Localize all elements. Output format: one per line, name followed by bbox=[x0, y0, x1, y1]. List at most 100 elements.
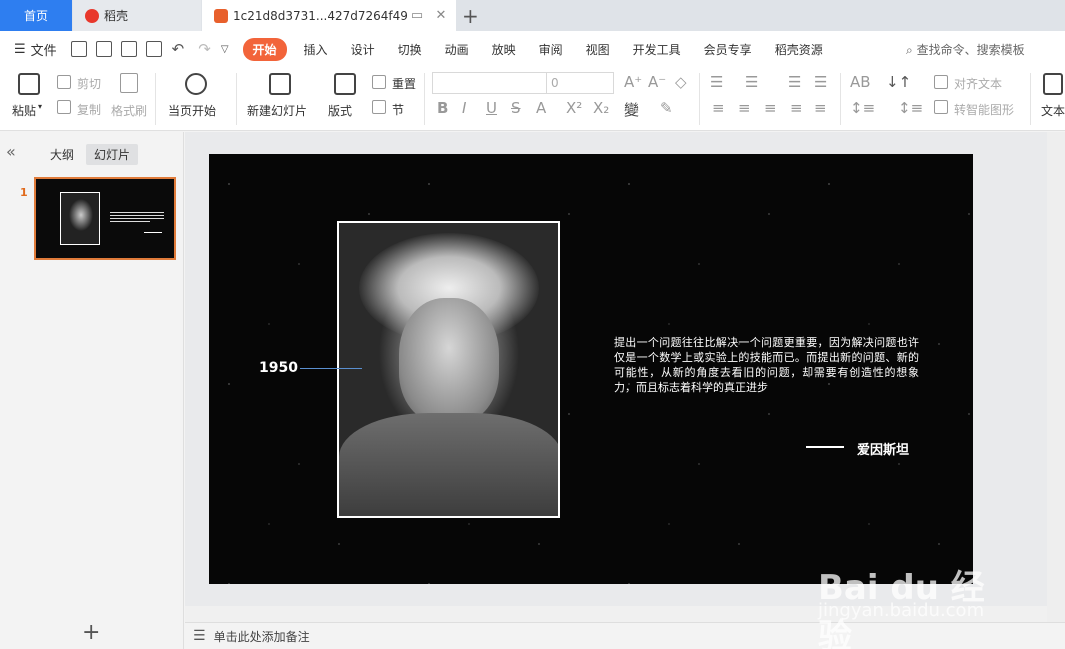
play-from-current-button[interactable]: 当页开始 bbox=[168, 102, 216, 119]
underline-icon[interactable]: U bbox=[486, 99, 497, 117]
strikethrough-icon[interactable]: S bbox=[511, 99, 521, 117]
line-spacing-icon[interactable]: ↕≡ bbox=[850, 99, 875, 117]
align-text-icon[interactable] bbox=[934, 75, 948, 89]
menu-developer[interactable]: 开发工具 bbox=[633, 41, 681, 58]
subscript-icon[interactable]: X₂ bbox=[593, 99, 609, 117]
reset-icon[interactable] bbox=[372, 75, 386, 89]
bold-icon[interactable]: B bbox=[437, 99, 448, 117]
menu-daoke-resources[interactable]: 稻壳资源 bbox=[775, 41, 823, 58]
menu-view[interactable]: 视图 bbox=[586, 41, 610, 58]
phonetic-icon[interactable]: 變 bbox=[624, 99, 639, 120]
close-tab-icon[interactable]: ✕ bbox=[434, 9, 448, 23]
section-button[interactable]: 节 bbox=[392, 101, 404, 118]
scissors-icon[interactable] bbox=[57, 75, 71, 89]
menu-animation[interactable]: 动画 bbox=[445, 41, 469, 58]
numbered-list-icon[interactable]: ☰ bbox=[745, 73, 758, 91]
thumbnail-text-line bbox=[110, 218, 164, 219]
superscript-icon[interactable]: X² bbox=[566, 99, 582, 117]
face-shape bbox=[399, 298, 499, 423]
sweater-shape bbox=[339, 413, 558, 516]
save-icon[interactable] bbox=[70, 41, 87, 57]
textbox-button[interactable]: 文本 bbox=[1041, 102, 1065, 119]
slide-thumbnail[interactable] bbox=[34, 177, 176, 260]
smart-shape-button[interactable]: 转智能图形 bbox=[954, 101, 1014, 118]
redo-icon[interactable]: ↷ bbox=[198, 40, 211, 58]
slide[interactable]: 1950 提出一个问题往往比解决一个问题更重要，因为解决问题也许仅是一个数学上或… bbox=[209, 154, 973, 584]
font-shrink-icon[interactable]: A⁻ bbox=[648, 73, 666, 91]
tab-daoke[interactable]: 稻壳 bbox=[73, 0, 201, 31]
textbox-icon[interactable] bbox=[1043, 73, 1063, 95]
font-size-value: 0 bbox=[551, 76, 559, 90]
slide-panel: « 大纲 幻灯片 1 + bbox=[0, 132, 184, 649]
ribbon-divider bbox=[1030, 73, 1031, 125]
thumbnail-author-line bbox=[144, 232, 162, 233]
file-menu[interactable]: ☰ 文件 bbox=[14, 40, 57, 59]
decrease-indent-icon[interactable]: ☰ bbox=[788, 73, 801, 91]
text-direction-icon[interactable]: AB bbox=[850, 73, 871, 91]
layout-button[interactable]: 版式 bbox=[328, 102, 352, 119]
new-slide-button[interactable]: 新建幻灯片 bbox=[247, 102, 307, 119]
font-grow-icon[interactable]: A⁺ bbox=[624, 73, 642, 91]
notes-placeholder[interactable]: 单击此处添加备注 bbox=[214, 628, 310, 645]
menu-bar: ☰ 文件 ↶ ↷ ▽ 开始 插入 设计 切换 动画 放映 审阅 视图 开发工具 … bbox=[0, 31, 1065, 67]
author-name[interactable]: 爱因斯坦 bbox=[857, 439, 909, 458]
daoke-logo-icon bbox=[85, 8, 99, 23]
add-slide-icon[interactable]: + bbox=[82, 620, 100, 645]
tab-home[interactable]: 首页 bbox=[0, 0, 72, 31]
menu-slideshow[interactable]: 放映 bbox=[492, 41, 516, 58]
font-size-select[interactable]: 0 bbox=[546, 72, 614, 94]
clear-format-icon[interactable]: ◇ bbox=[675, 73, 687, 91]
export-icon[interactable] bbox=[95, 41, 112, 57]
align-right-icon[interactable]: ≡ bbox=[764, 99, 777, 117]
print-icon[interactable] bbox=[120, 41, 137, 57]
highlight-icon[interactable]: ✎ bbox=[660, 99, 673, 117]
menu-home[interactable]: 开始 bbox=[242, 37, 287, 61]
italic-icon[interactable]: I bbox=[462, 99, 466, 117]
quote-text[interactable]: 提出一个问题往往比解决一个问题更重要，因为解决问题也许仅是一个数学上或实验上的技… bbox=[614, 335, 919, 395]
cut-button[interactable]: 剪切 bbox=[77, 75, 101, 92]
align-text-button[interactable]: 对齐文本 bbox=[954, 75, 1002, 92]
portrait-photo[interactable] bbox=[337, 221, 560, 518]
copy-icon[interactable] bbox=[57, 100, 71, 114]
quick-access-dropdown-icon[interactable]: ▽ bbox=[221, 44, 229, 55]
font-color-icon[interactable]: A bbox=[536, 99, 546, 117]
menu-member[interactable]: 会员专享 bbox=[704, 41, 752, 58]
layout-icon[interactable] bbox=[334, 73, 356, 95]
menu-transition[interactable]: 切换 bbox=[398, 41, 422, 58]
sort-icon[interactable]: ↓↑ bbox=[886, 73, 911, 91]
justify-icon[interactable]: ≡ bbox=[790, 99, 803, 117]
collapse-panel-icon[interactable]: « bbox=[6, 142, 16, 161]
menu-design[interactable]: 设计 bbox=[351, 41, 375, 58]
align-left-icon[interactable]: ≡ bbox=[712, 99, 725, 117]
vertical-scrollbar[interactable] bbox=[1047, 132, 1065, 622]
distribute-icon[interactable]: ≡ bbox=[814, 99, 827, 117]
paste-icon[interactable] bbox=[18, 73, 40, 95]
paragraph-spacing-icon[interactable]: ↕≡ bbox=[898, 99, 923, 117]
section-icon[interactable] bbox=[372, 100, 386, 114]
outline-view-tab[interactable]: 大纲 bbox=[50, 146, 74, 163]
print-preview-icon[interactable] bbox=[145, 41, 162, 57]
format-painter-icon[interactable] bbox=[120, 73, 138, 93]
menu-insert[interactable]: 插入 bbox=[304, 41, 328, 58]
menu-review[interactable]: 审阅 bbox=[539, 41, 563, 58]
add-tab-icon[interactable]: + bbox=[462, 4, 479, 28]
new-slide-icon[interactable] bbox=[269, 73, 291, 95]
file-menu-label: 文件 bbox=[30, 43, 57, 59]
increase-indent-icon[interactable]: ☰ bbox=[814, 73, 827, 91]
copy-button[interactable]: 复制 bbox=[77, 101, 101, 118]
play-icon[interactable] bbox=[185, 73, 207, 95]
paste-button[interactable]: 粘贴 bbox=[12, 102, 36, 119]
bullet-list-icon[interactable]: ☰ bbox=[710, 73, 723, 91]
window-mode-icon[interactable]: ▭ bbox=[410, 9, 424, 23]
undo-icon[interactable]: ↶ bbox=[172, 40, 185, 58]
font-family-select[interactable] bbox=[432, 72, 547, 94]
format-painter-button[interactable]: 格式刷 bbox=[111, 102, 147, 119]
command-search[interactable]: ⌕ 查找命令、搜索模板 bbox=[906, 41, 1025, 58]
reset-button[interactable]: 重置 bbox=[392, 75, 416, 92]
paste-dropdown-icon[interactable]: ▾ bbox=[38, 102, 42, 111]
thumbnail-text-line bbox=[110, 221, 150, 222]
tab-document[interactable]: 1c21d8d3731...427d7264f49 ▭ ✕ bbox=[202, 0, 456, 31]
align-center-icon[interactable]: ≡ bbox=[738, 99, 751, 117]
smart-shape-icon[interactable] bbox=[934, 100, 948, 114]
slides-view-tab[interactable]: 幻灯片 bbox=[86, 144, 139, 165]
